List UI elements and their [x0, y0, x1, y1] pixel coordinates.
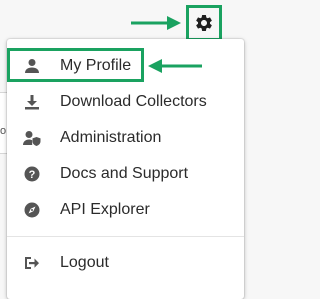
menu-item-label: API Explorer: [60, 201, 150, 218]
menu-item-logout[interactable]: Logout: [7, 246, 244, 280]
compass-icon: [23, 201, 41, 219]
svg-text:?: ?: [29, 169, 36, 181]
my-profile-highlight-box: [7, 48, 144, 82]
annotation-arrow-to-my-profile: [148, 59, 202, 73]
menu-item-label: Logout: [60, 254, 109, 271]
settings-button[interactable]: [186, 5, 222, 41]
menu-item-label: Download Collectors: [60, 93, 207, 110]
menu-item-administration[interactable]: Administration: [7, 121, 244, 155]
menu-item-api-explorer[interactable]: API Explorer: [7, 193, 244, 227]
menu-item-docs-and-support[interactable]: ? Docs and Support: [7, 157, 244, 191]
logout-icon: [23, 254, 41, 272]
menu-item-label: Docs and Support: [60, 165, 189, 182]
menu-item-download-collectors[interactable]: Download Collectors: [7, 85, 244, 119]
annotation-arrow-to-gear: [131, 16, 181, 30]
help-icon: ?: [23, 165, 41, 183]
menu-divider: [7, 236, 244, 237]
background-text-fragment: o: [0, 125, 7, 137]
admin-shield-icon: [23, 129, 41, 147]
gear-icon: [196, 14, 212, 31]
download-icon: [23, 93, 41, 111]
menu-item-label: Administration: [60, 129, 162, 146]
